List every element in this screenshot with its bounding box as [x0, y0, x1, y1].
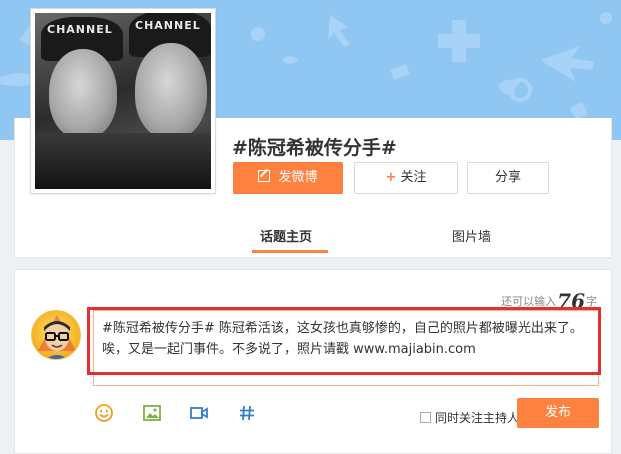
follow-label: 关注: [400, 170, 427, 185]
tab-photo-wall[interactable]: 图片墙: [452, 226, 491, 245]
remaining-prefix: 还可以输入: [501, 295, 557, 308]
video-icon[interactable]: [189, 403, 209, 423]
topic-title: #陈冠希被传分手#: [232, 137, 397, 159]
tab-topic-home[interactable]: 话题主页: [260, 226, 312, 245]
follow-host-checkbox[interactable]: [420, 412, 431, 423]
cover-hat-text: CHANNEL: [47, 23, 113, 36]
image-icon[interactable]: [142, 403, 162, 423]
avatar[interactable]: [31, 310, 81, 360]
cover-hat-text: CHANNEL: [135, 19, 201, 32]
remaining-suffix: 字: [586, 295, 597, 308]
post-weibo-button[interactable]: 发微博: [233, 162, 343, 194]
topic-cover-image: CHANNEL CHANNEL: [30, 8, 216, 194]
plus-icon: +: [385, 170, 397, 185]
edit-icon: [258, 170, 271, 182]
share-label: 分享: [494, 170, 521, 185]
follow-host-option[interactable]: 同时关注主持人: [420, 409, 519, 426]
share-button[interactable]: 分享: [467, 162, 549, 194]
follow-host-label: 同时关注主持人: [435, 411, 520, 425]
active-tab-indicator: [252, 250, 328, 253]
publish-button[interactable]: 发布: [517, 398, 599, 428]
post-weibo-label: 发微博: [278, 170, 318, 185]
follow-button[interactable]: + 关注: [354, 162, 458, 194]
emoji-icon[interactable]: [94, 403, 114, 423]
avatar-face: [38, 315, 76, 359]
hashtag-icon[interactable]: [237, 403, 257, 423]
composer-card: 还可以输入76字 #陈冠希被传分手# 陈冠希活该，这女孩也真够惨的，自己的照片都…: [14, 269, 612, 454]
post-textarea[interactable]: #陈冠希被传分手# 陈冠希活该，这女孩也真够惨的，自己的照片都被曝光出来了。唉，…: [93, 310, 599, 386]
